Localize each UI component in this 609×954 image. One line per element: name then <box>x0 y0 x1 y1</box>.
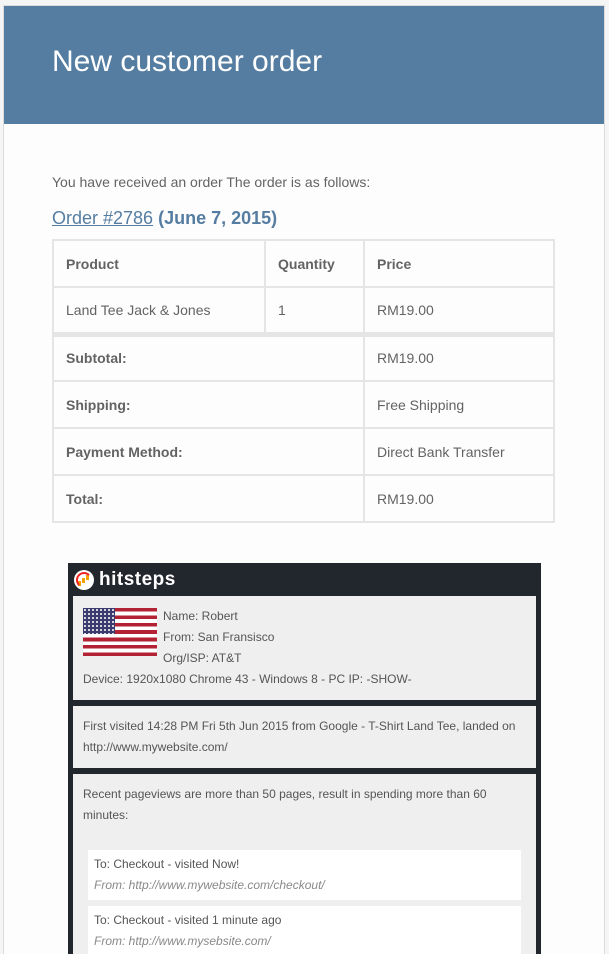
pageview-from: From: http://www.mysebsite.com/ <box>94 934 271 948</box>
hitsteps-logo-icon <box>74 569 94 590</box>
email-body: You have received an order The order is … <box>4 124 604 523</box>
order-date: (June 7, 2015) <box>158 208 278 228</box>
product-price: RM19.00 <box>363 286 555 335</box>
total-row: Total: RM19.00 <box>52 474 555 523</box>
subtotal-row: Subtotal: RM19.00 <box>52 331 555 382</box>
page-title: New customer order <box>52 45 323 78</box>
pageview-from: From: http://www.mywebsite.com/checkout/ <box>94 878 325 892</box>
list-item: To: Checkout - visited Now! From: http:/… <box>88 850 521 900</box>
visitor-summary: Name: Robert From: San Fransisco Org/ISP… <box>83 606 526 669</box>
payment-method-value: Direct Bank Transfer <box>363 427 555 476</box>
payment-method-row: Payment Method: Direct Bank Transfer <box>52 427 555 476</box>
pageview-to: To: Checkout - visited 1 minute ago <box>94 913 282 927</box>
us-flag-icon <box>83 608 157 656</box>
visitor-device: Device: 1920x1080 Chrome 43 - Windows 8 … <box>83 672 412 686</box>
total-label: Total: <box>52 474 365 523</box>
recent-pageviews-box: Recent pageviews are more than 50 pages,… <box>73 774 536 954</box>
order-table: Product Quantity Price Land Tee Jack & J… <box>52 239 555 523</box>
subtotal-label: Subtotal: <box>52 331 365 382</box>
column-header-quantity: Quantity <box>264 239 365 288</box>
first-visit-text: First visited 14:28 PM Fri 5th Jun 2015 … <box>83 719 516 754</box>
pageview-to: To: Checkout - visited Now! <box>94 857 240 871</box>
table-header-row: Product Quantity Price <box>52 239 555 288</box>
product-name: Land Tee Jack & Jones <box>52 286 266 335</box>
hitsteps-header: hitsteps <box>68 563 541 596</box>
email-header: New customer order <box>4 6 604 124</box>
visitor-info-box: Name: Robert From: San Fransisco Org/ISP… <box>73 596 536 700</box>
shipping-row: Shipping: Free Shipping <box>52 380 555 429</box>
subtotal-value: RM19.00 <box>363 331 555 382</box>
email-container: New customer order You have received an … <box>3 5 605 954</box>
product-quantity: 1 <box>264 286 365 335</box>
recent-pageviews-text: Recent pageviews are more than 50 pages,… <box>83 787 487 822</box>
first-visit-box: First visited 14:28 PM Fri 5th Jun 2015 … <box>73 706 536 768</box>
payment-method-label: Payment Method: <box>52 427 365 476</box>
table-row: Land Tee Jack & Jones 1 RM19.00 <box>52 286 555 335</box>
shipping-value: Free Shipping <box>363 380 555 429</box>
column-header-price: Price <box>363 239 555 288</box>
hitsteps-panel: hitsteps Name: Robert From: San Fransisc… <box>68 563 541 954</box>
list-item: To: Checkout - visited 1 minute ago From… <box>88 906 521 954</box>
shipping-label: Shipping: <box>52 380 365 429</box>
order-link[interactable]: Order #2786 <box>52 208 153 228</box>
intro-text: You have received an order The order is … <box>52 174 371 190</box>
order-heading: Order #2786 (June 7, 2015) <box>52 208 556 229</box>
visitor-name: Name: Robert <box>163 609 238 623</box>
visitor-details: Name: Robert From: San Fransisco Org/ISP… <box>163 606 274 669</box>
total-value: RM19.00 <box>363 474 555 523</box>
hitsteps-brand: hitsteps <box>99 568 176 590</box>
visitor-location: From: San Fransisco <box>163 630 275 644</box>
column-header-product: Product <box>52 239 266 288</box>
visitor-isp: Org/ISP: AT&T <box>163 651 242 665</box>
